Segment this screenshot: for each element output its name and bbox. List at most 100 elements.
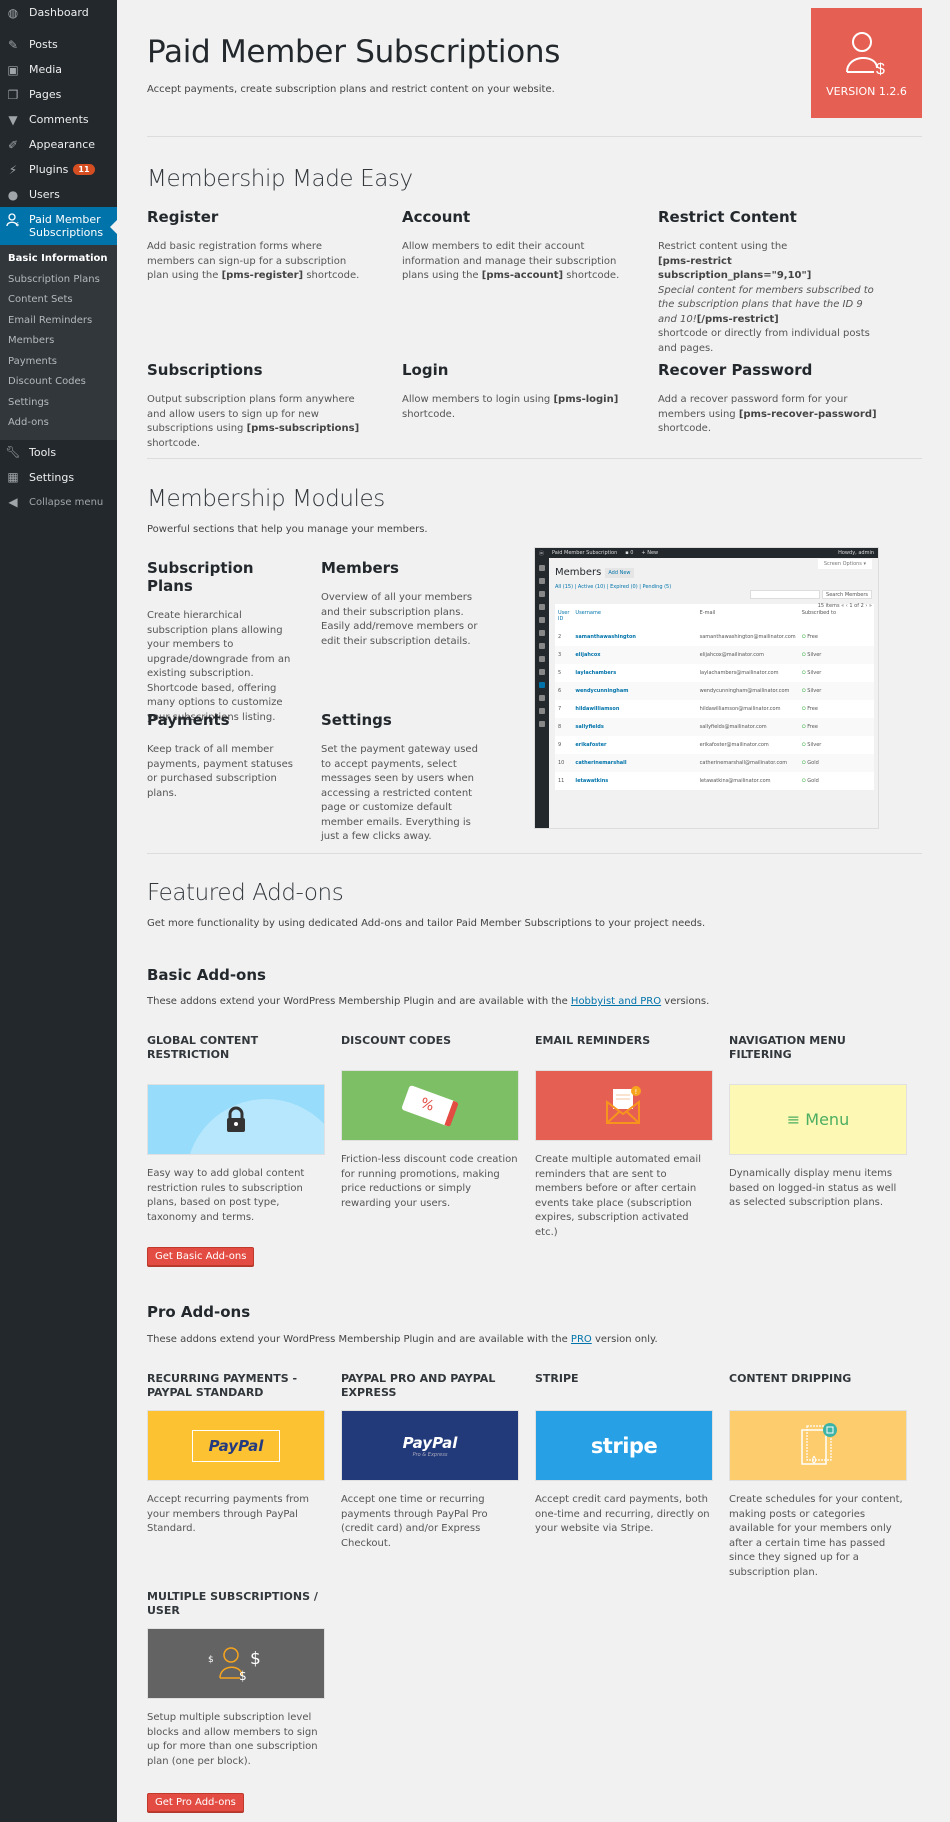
hobbyist-pro-link[interactable]: Hobbyist and PRO	[571, 996, 661, 1007]
member-dollar-logo-icon: $	[845, 32, 885, 78]
submenu-email-reminders[interactable]: Email Reminders	[0, 311, 117, 332]
section-title-modules: Membership Modules	[147, 486, 385, 512]
feature-recover-password: Recover Password Add a recover password …	[658, 361, 877, 434]
screenshot-member-row: 9 erikafoster erikafoster@mailinator.com ⭘ …	[558, 742, 822, 748]
wordpress-logo-icon: ⓦ	[539, 550, 545, 557]
pro-addons-lead: These addons extend your WordPress Membe…	[147, 1334, 658, 1345]
screenshot-member-row: 5 laylachambers laylachambers@mailinator.c…	[558, 670, 822, 676]
addon-image: $ $ $	[147, 1628, 325, 1699]
page-subtitle: Accept payments, create subscription pla…	[147, 84, 555, 95]
sidebar-item-dashboard[interactable]: ◍ Dashboard	[0, 0, 117, 25]
stripe-logo-icon: stripe	[590, 1433, 658, 1458]
addon-content-dripping: CONTENT DRIPPING Create schedules for yo…	[729, 1372, 907, 1580]
sidebar-item-users[interactable]: ● Users	[0, 182, 117, 207]
addon-recurring-payments-paypal: RECURRING PAYMENTS - PAYPAL STANDARD Pay…	[147, 1372, 325, 1537]
svg-text:$: $	[208, 1655, 214, 1665]
pin-icon: ✎	[7, 37, 19, 52]
menu-icon: ≡ Menu	[786, 1110, 850, 1129]
submenu-members[interactable]: Members	[0, 331, 117, 352]
feature-restrict-content: Restrict Content Restrict content using …	[658, 208, 874, 354]
multi-subscription-icon: $$$	[208, 1646, 261, 1682]
feature-subscriptions: Subscriptions Output subscription plans …	[147, 361, 360, 449]
comment-icon: ▪ 0	[625, 550, 634, 556]
plugins-update-badge: 11	[73, 164, 95, 175]
sidebar-item-plugins[interactable]: ⚡ Plugins 11	[0, 157, 117, 182]
addon-navigation-menu-filtering: NAVIGATION MENU FILTERING ≡ Menu Dynamic…	[729, 1034, 907, 1211]
sidebar-item-appearance[interactable]: ✐ Appearance	[0, 132, 117, 157]
sidebar-submenu: Basic Information Subscription Plans Con…	[0, 245, 117, 440]
submenu-add-ons[interactable]: Add-ons	[0, 413, 117, 434]
submenu-payments[interactable]: Payments	[0, 352, 117, 373]
addon-image: %	[341, 1070, 519, 1141]
collapse-arrow-icon: ◀	[8, 495, 18, 509]
collapse-menu-button[interactable]: ◀ Collapse menu	[0, 490, 117, 515]
sidebar-item-settings[interactable]: ▦ Settings	[0, 465, 117, 490]
screenshot-member-row: 3 elijahcox elijahcox@mailinator.com ⭘ Silv…	[555, 646, 874, 664]
submenu-settings[interactable]: Settings	[0, 393, 117, 414]
screenshot-member-row: 2 samanthawashington samanthawashington@ma…	[558, 634, 818, 640]
get-basic-addons-button[interactable]: Get Basic Add-ons	[147, 1247, 255, 1266]
content-drip-icon	[801, 1422, 837, 1465]
module-payments: Payments Keep track of all member paymen…	[147, 711, 293, 799]
sidebar-item-comments[interactable]: ▼ Comments	[0, 107, 117, 132]
feature-register: Register Add basic registration forms wh…	[147, 208, 360, 281]
addon-global-content-restriction: GLOBAL CONTENT RESTRICTION Easy way to a…	[147, 1034, 325, 1225]
divider	[147, 136, 922, 137]
wrench-icon: 🔧︎	[5, 445, 21, 459]
submenu-basic-information[interactable]: Basic Information	[0, 249, 117, 270]
sidebar-item-media[interactable]: ▣ Media	[0, 57, 117, 82]
addon-image: !	[535, 1070, 713, 1141]
basic-addons-title: Basic Add-ons	[147, 966, 266, 984]
members-screenshot: ⓦ Paid Member Subscription ▪ 0 + New How…	[534, 547, 879, 829]
submenu-discount-codes[interactable]: Discount Codes	[0, 372, 117, 393]
sidebar-item-tools[interactable]: 🔧︎ Tools	[0, 440, 117, 465]
addons-lead: Get more functionality by using dedicate…	[147, 918, 706, 929]
submenu-content-sets[interactable]: Content Sets	[0, 290, 117, 311]
screenshot-member-row: 8 sallyfields sallyfields@mailinator.com ⭘ …	[555, 718, 874, 736]
comment-icon: ▼	[8, 112, 18, 127]
paypal-logo-icon: PayPal	[402, 1433, 458, 1452]
addon-image: stripe	[535, 1410, 713, 1481]
feature-login: Login Allow members to login using [pms-…	[402, 361, 619, 420]
screenshot-member-row: 10 catherinemarshall catherinemarshall@mai…	[555, 754, 874, 772]
svg-text:$: $	[250, 1649, 261, 1669]
svg-text:!: !	[635, 1088, 638, 1096]
version-badge: $ VERSION 1.2.6	[811, 8, 922, 118]
feature-account: Account Allow members to edit their acco…	[402, 208, 620, 281]
basic-addons-lead: These addons extend your WordPress Membe…	[147, 996, 710, 1007]
module-members: Members Overview of all your members and…	[321, 559, 478, 647]
user-icon: ●	[7, 187, 19, 202]
plugin-icon: ⚡	[8, 162, 18, 177]
sidebar-item-paid-member-subscriptions[interactable]: $ Paid Member Subscriptions	[0, 207, 117, 245]
addon-image	[147, 1084, 325, 1155]
pro-addons-title: Pro Add-ons	[147, 1303, 251, 1321]
section-title-made-easy: Membership Made Easy	[147, 166, 413, 192]
screenshot-member-row: 6 wendycunningham wendycunningham@mailinat…	[555, 682, 874, 700]
sidebar-item-posts[interactable]: ✎ Posts	[0, 32, 117, 57]
submenu-subscription-plans[interactable]: Subscription Plans	[0, 270, 117, 291]
module-subscription-plans: Subscription Plans Create hierarchical s…	[147, 559, 291, 723]
sidebar-item-pages[interactable]: ❐ Pages	[0, 82, 117, 107]
screenshot-admin-bar: ⓦ Paid Member Subscription ▪ 0 + New How…	[535, 548, 878, 558]
addon-image: ≡ Menu	[729, 1084, 907, 1155]
screenshot-member-row: 11 letawatkins letawatkins@mailinator.com ⭘…	[558, 778, 819, 784]
addon-multiple-subscriptions: MULTIPLE SUBSCRIPTIONS / USER $ $ $ Setup …	[147, 1590, 325, 1769]
svg-text:$: $	[239, 1669, 247, 1682]
addon-email-reminders: EMAIL REMINDERS ! Create multiple automa…	[535, 1034, 713, 1240]
envelope-icon: !	[606, 1085, 641, 1124]
pages-icon: ❐	[7, 87, 19, 102]
member-dollar-icon: $	[6, 213, 20, 227]
svg-text:$: $	[16, 222, 19, 227]
dashboard-icon: ◍	[7, 5, 19, 20]
media-icon: ▣	[7, 62, 19, 77]
addon-paypal-pro-express: PAYPAL PRO AND PAYPAL EXPRESS PayPal Pro…	[341, 1372, 519, 1551]
get-pro-addons-button[interactable]: Get Pro Add-ons	[147, 1793, 244, 1812]
discount-tag-icon: %	[401, 1084, 459, 1127]
version-label: VERSION 1.2.6	[826, 85, 907, 98]
screenshot-members-table: User ID Username E-mail Subscribed to 2s…	[555, 604, 874, 790]
svg-text:$: $	[876, 61, 885, 76]
pro-link[interactable]: PRO	[571, 1334, 592, 1345]
page-title: Paid Member Subscriptions	[147, 34, 561, 70]
addon-stripe: STRIPE stripe Accept credit card payment…	[535, 1372, 713, 1537]
addon-image: PayPal Pro & Express	[341, 1410, 519, 1481]
